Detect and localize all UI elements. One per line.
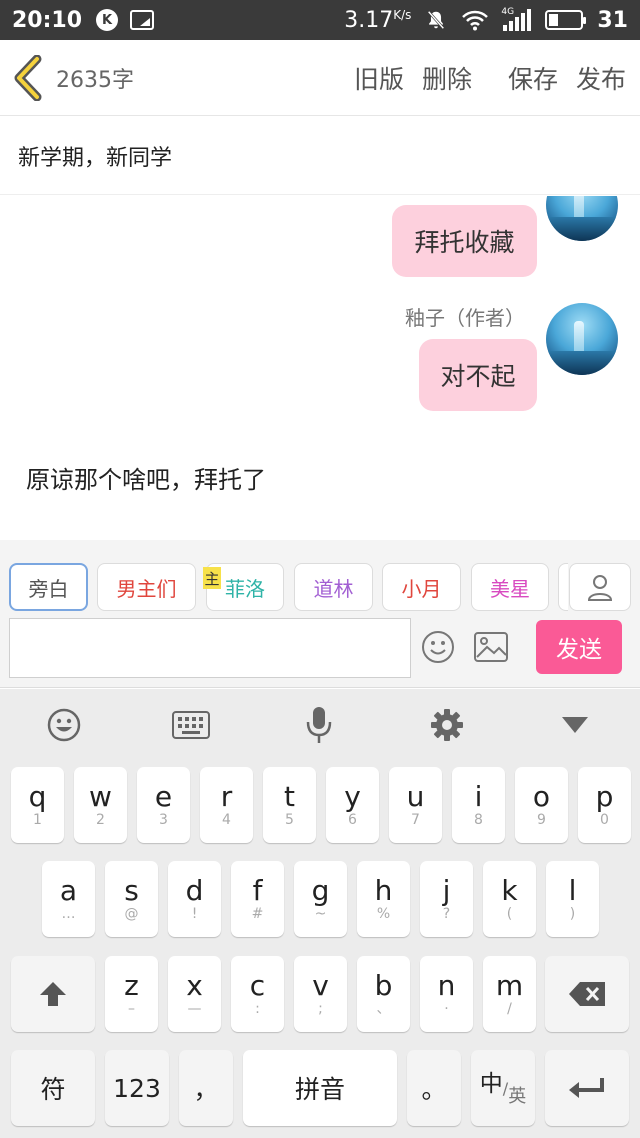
back-button[interactable] [0,40,56,116]
key-n[interactable]: n · [420,956,473,1032]
enter-arrow-icon [569,1078,604,1098]
emoji-icon[interactable] [420,629,456,665]
author-avatar[interactable] [546,303,618,375]
key-j[interactable]: j? [420,861,473,937]
gallery-notification-icon [130,10,155,30]
symbols-key[interactable]: 符 [11,1050,95,1126]
key-c[interactable]: c: [231,956,284,1032]
shift-arrow-icon [40,982,66,1006]
keyboard-icon [172,711,210,739]
smiley-icon [47,708,81,742]
key-s[interactable]: s @ [105,861,158,937]
voice-input-button[interactable] [299,707,339,743]
character-chip[interactable]: 美星 [471,563,549,611]
key-a[interactable]: a… [42,861,95,937]
shift-key[interactable] [11,956,95,1032]
key-t[interactable]: t5 [263,767,316,843]
chapter-title[interactable]: 新学期，新同学 [0,117,640,195]
key-k[interactable]: k( [483,861,536,937]
network-speed: 3.17K/s [344,7,412,33]
person-icon [587,575,613,601]
k-app-icon: K [96,9,119,31]
key-p[interactable]: p0 [578,767,631,843]
battery-icon [545,10,587,30]
numbers-key[interactable]: 123 [105,1050,169,1126]
keyboard-emoji-button[interactable] [44,707,84,743]
key-m[interactable]: m / [483,956,536,1032]
chat-area[interactable]: 拜托收藏 釉子（作者） 对不起 原谅那个啥吧，拜托了 [0,196,640,539]
battery-level: 31 [597,7,628,33]
backspace-key[interactable] [545,956,629,1032]
delete-button[interactable]: 删除 [422,60,472,96]
enter-key[interactable] [545,1050,629,1126]
character-chip[interactable]: 小月 [382,563,461,611]
mute-bell-icon [428,10,445,30]
key-g[interactable]: g ~ [294,861,347,937]
editor-top-bar: 2635字 旧版 删除 保存 发布 [0,40,640,116]
status-time: 20:10 [12,7,83,33]
character-chip[interactable]: 道林 [294,563,373,611]
message-input[interactable] [9,618,411,678]
key-v[interactable]: v; [294,956,347,1032]
word-count: 2635字 [56,67,134,93]
character-chip[interactable]: 男主们 [97,563,196,611]
key-d[interactable]: d! [168,861,221,937]
key-u[interactable]: u7 [389,767,442,843]
space-key[interactable]: 拼音 [243,1050,397,1126]
comma-key[interactable]: ， [179,1050,233,1126]
keyboard-settings-button[interactable] [427,707,467,743]
key-r[interactable]: r4 [200,767,253,843]
period-key[interactable]: 。 [407,1050,461,1126]
save-button[interactable]: 保存 [508,60,558,96]
author-avatar[interactable] [546,196,618,241]
publish-button[interactable]: 发布 [576,60,626,96]
status-bar: 20:10 K 3.17K/s 4G 31 [0,0,640,40]
microphone-icon [306,707,332,743]
backspace-icon [569,982,605,1006]
key-b[interactable]: b、 [357,956,410,1032]
character-bar: 旁白 男主们 菲洛 主 道林 小月 美星 发送 [0,540,640,688]
key-o[interactable]: o9 [515,767,568,843]
image-icon[interactable] [473,631,509,663]
key-i[interactable]: i8 [452,767,505,843]
triangle-down-icon [562,717,588,733]
gear-icon [431,709,463,741]
cell-signal-icon: 4G [501,7,532,31]
chevron-left-icon [14,54,42,101]
key-x[interactable]: x — [168,956,221,1032]
hide-keyboard-button[interactable] [555,707,595,743]
keyboard-switch-button[interactable] [171,707,211,743]
character-chip[interactable]: 旁白 [9,563,88,611]
key-h[interactable]: h% [357,861,410,937]
narration-text[interactable]: 原谅那个啥吧，拜托了 [26,460,266,495]
key-w[interactable]: w2 [74,767,127,843]
message-bubble[interactable]: 拜托收藏 [392,205,537,277]
keyboard-toolbar [0,689,640,761]
author-name: 釉子（作者） [405,306,525,330]
message-bubble[interactable]: 对不起 [419,339,537,411]
send-button[interactable]: 发送 [536,620,622,674]
main-character-tag: 主 [203,567,221,589]
manage-characters-button[interactable] [569,563,631,611]
key-y[interactable]: y6 [326,767,379,843]
old-version-button[interactable]: 旧版 [354,60,404,96]
wifi-icon [462,10,489,31]
language-switch-key[interactable]: 中 / 英 [471,1050,535,1126]
key-q[interactable]: q1 [11,767,64,843]
key-l[interactable]: l) [546,861,599,937]
soft-keyboard: q1w2e3r4t5y6u7i8o9p0 a… s @ d! f # g ~ h% j? k(l) … [0,689,640,1138]
key-e[interactable]: e3 [137,767,190,843]
key-f[interactable]: f # [231,861,284,937]
key-z[interactable]: z – [105,956,158,1032]
character-chip-partial[interactable] [558,563,568,611]
